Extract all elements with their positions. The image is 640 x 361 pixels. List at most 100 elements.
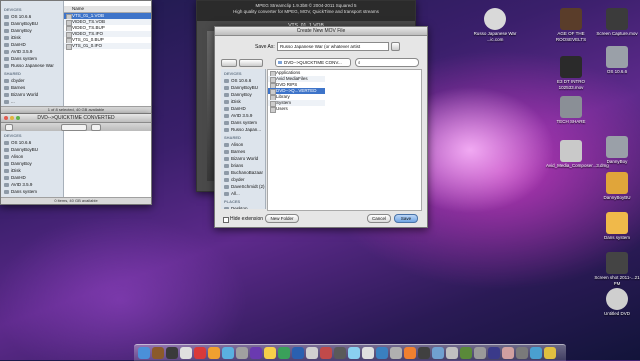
sidebar-item[interactable]: iDisk <box>1 167 63 174</box>
sidebar-item[interactable]: AVID 3.5.9 <box>221 112 265 119</box>
sidebar-item[interactable]: ... <box>1 98 63 105</box>
drive-icon <box>4 189 9 194</box>
browser-column-3 <box>369 69 422 211</box>
desktop-icon[interactable]: DannyBoy <box>592 136 640 165</box>
desktop-icon[interactable]: Untitled DVD <box>592 288 640 317</box>
desktop-icon[interactable]: AGE OF THE ROOSEVELTS <box>546 8 596 42</box>
sidebar-item[interactable]: iDisk <box>1 34 63 41</box>
sidebar-item[interactable]: brians <box>221 162 265 169</box>
sidebar-item[interactable]: Dans system <box>1 188 63 195</box>
dock-app-icon[interactable] <box>502 347 514 359</box>
dock-app-icon[interactable] <box>180 347 192 359</box>
dock-app-icon[interactable] <box>446 347 458 359</box>
cancel-button[interactable]: Cancel <box>367 214 391 223</box>
sidebar-item[interactable]: DannyBoyBU <box>1 20 63 27</box>
sidebar-item[interactable]: Desktop <box>221 205 265 209</box>
sidebar-item[interactable]: DannyBoyBU <box>1 146 63 153</box>
dock <box>134 344 566 361</box>
dock-app-icon[interactable] <box>278 347 290 359</box>
dock-app-icon[interactable] <box>348 347 360 359</box>
sidebar-item[interactable]: Dans system <box>1 55 63 62</box>
sidebar-item[interactable]: DanHD <box>1 41 63 48</box>
dock-app-icon[interactable] <box>460 347 472 359</box>
dock-app-icon[interactable] <box>152 347 164 359</box>
desktop-icon[interactable]: Screen Capture.mov <box>592 8 640 37</box>
desktop-icon[interactable]: E3 DT INTRO 102533.mov <box>546 56 596 90</box>
sidebar-item[interactable]: OS 10.6.6 <box>221 77 265 84</box>
sidebar-item[interactable]: DanHD <box>221 105 265 112</box>
list-item[interactable]: Users <box>268 106 326 113</box>
dock-app-icon[interactable] <box>264 347 276 359</box>
hide-extension-checkbox[interactable] <box>223 217 229 223</box>
dock-app-icon[interactable] <box>544 347 556 359</box>
sidebar-item[interactable]: Bizarro World <box>1 91 63 98</box>
dock-app-icon[interactable] <box>488 347 500 359</box>
dock-app-icon[interactable] <box>306 347 318 359</box>
sidebar-item[interactable]: DannyBoy <box>1 27 63 34</box>
dock-app-icon[interactable] <box>376 347 388 359</box>
desktop-icon[interactable]: Russo Japanese War ...ic.com <box>470 8 520 42</box>
dock-app-icon[interactable] <box>138 347 150 359</box>
sidebar-item[interactable]: Bizarro World <box>221 155 265 162</box>
dock-app-icon[interactable] <box>194 347 206 359</box>
sidebar-item[interactable]: Russo Japanese War <box>1 62 63 69</box>
dock-app-icon[interactable] <box>320 347 332 359</box>
view-mode-buttons[interactable] <box>239 59 263 67</box>
expand-button[interactable] <box>391 42 400 51</box>
sidebar-item[interactable]: Alison <box>221 141 265 148</box>
desktop-icon[interactable]: Avid_Media_Composer...3.dmg <box>546 140 609 169</box>
location-popup[interactable]: DVD-->QUICKTIME CONV... <box>275 58 351 67</box>
desktop-icon[interactable]: DannyBoyBU <box>592 172 640 201</box>
sidebar-item[interactable]: All... <box>221 190 265 197</box>
dock-app-icon[interactable] <box>474 347 486 359</box>
sidebar-item[interactable]: AVID 3.5.9 <box>1 48 63 55</box>
dock-app-icon[interactable] <box>236 347 248 359</box>
dock-app-icon[interactable] <box>166 347 178 359</box>
sidebar-item[interactable]: BuchanoBazaar <box>221 169 265 176</box>
dock-app-icon[interactable] <box>208 347 220 359</box>
dock-app-icon[interactable] <box>404 347 416 359</box>
sidebar-item[interactable]: OS 10.6.6 <box>1 139 63 146</box>
dock-app-icon[interactable] <box>250 347 262 359</box>
dock-app-icon[interactable] <box>334 347 346 359</box>
back-button[interactable] <box>5 124 13 131</box>
sidebar-item[interactable]: Dans system <box>221 119 265 126</box>
action-gear-icon[interactable] <box>91 124 101 131</box>
sidebar-item[interactable]: DannyBoy <box>1 160 63 167</box>
sidebar-item[interactable]: iDisk <box>221 98 265 105</box>
column-header-name[interactable]: Name <box>64 6 151 13</box>
save-button[interactable]: Save <box>394 214 418 223</box>
sidebar-item[interactable]: cbyder <box>1 77 63 84</box>
dock-app-icon[interactable] <box>432 347 444 359</box>
desktop-icon[interactable]: OS 10.6.6 <box>592 46 640 75</box>
desktop-icon[interactable]: TECH SHARE <box>546 96 596 125</box>
search-field[interactable]: ⌕ <box>355 58 419 67</box>
dock-app-icon[interactable] <box>418 347 430 359</box>
sidebar-item[interactable]: OS 10.6.6 <box>1 13 63 20</box>
sidebar-item[interactable]: cbyder <box>221 176 265 183</box>
sidebar-item-label: cbyder <box>11 78 25 83</box>
dock-app-icon[interactable] <box>362 347 374 359</box>
save-as-field[interactable]: Russo Japanese War (or whatever artist <box>277 42 389 51</box>
sidebar-item[interactable]: Barnes <box>1 84 63 91</box>
drive-icon <box>224 106 229 111</box>
sidebar-item[interactable]: DanHD <box>1 174 63 181</box>
back-forward-buttons[interactable] <box>221 59 237 67</box>
sidebar-item[interactable]: DannyBoy <box>221 91 265 98</box>
dock-app-icon[interactable] <box>530 347 542 359</box>
view-buttons[interactable] <box>61 124 87 131</box>
list-item[interactable]: VTS_01_0.IFO <box>64 43 151 50</box>
sidebar-item[interactable]: AVID 3.5.9 <box>1 181 63 188</box>
sidebar-item[interactable]: Alison <box>1 153 63 160</box>
desktop-icon[interactable]: Screen shot 2011-...21 PM <box>592 252 640 286</box>
sidebar-item[interactable]: Barnes <box>221 148 265 155</box>
dock-app-icon[interactable] <box>516 347 528 359</box>
dock-app-icon[interactable] <box>292 347 304 359</box>
new-folder-button[interactable]: New Folder <box>265 214 299 223</box>
sidebar-item[interactable]: DannyBoyBU <box>221 84 265 91</box>
dock-app-icon[interactable] <box>390 347 402 359</box>
sidebar-item[interactable]: Russo Japan... <box>221 126 265 133</box>
dock-app-icon[interactable] <box>222 347 234 359</box>
desktop-icon[interactable]: Dans system <box>592 212 640 241</box>
sidebar-item[interactable]: DaveSchmidt (2) <box>221 183 265 190</box>
